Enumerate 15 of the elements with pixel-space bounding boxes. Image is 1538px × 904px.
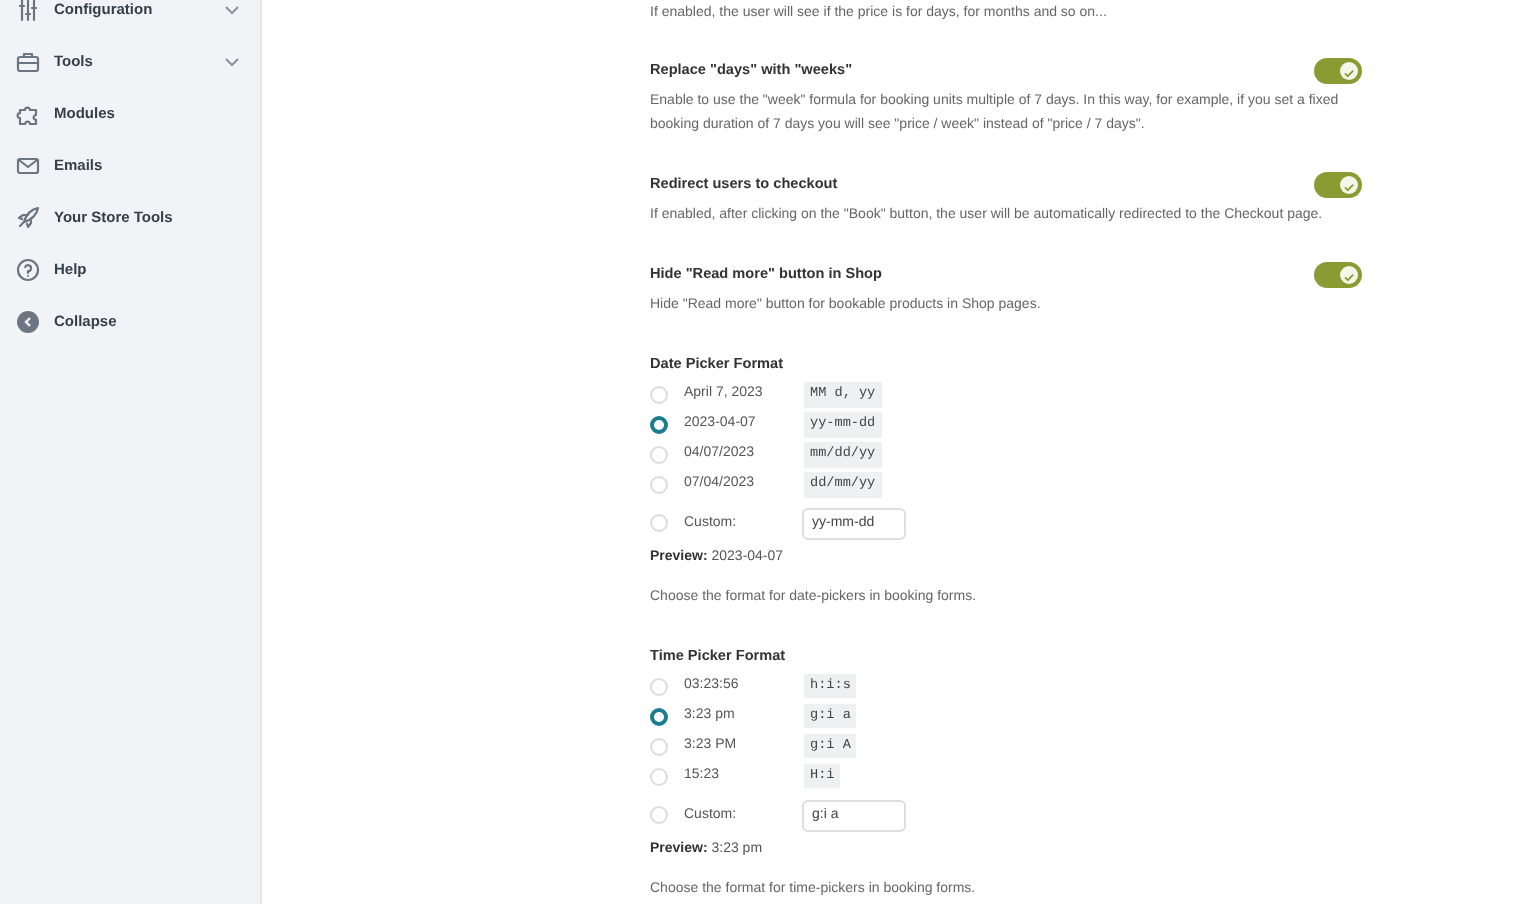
radio-button[interactable]: [650, 707, 668, 726]
toggle-switch[interactable]: [1314, 172, 1362, 198]
sliders-icon: [16, 0, 40, 22]
check-icon: [1340, 64, 1358, 83]
toolbox-icon: [16, 50, 40, 74]
puzzle-icon: [16, 102, 40, 126]
check-icon: [1340, 178, 1358, 197]
check-icon: [1340, 268, 1358, 287]
help-icon: [16, 258, 40, 282]
rocket-icon: [16, 206, 40, 230]
envelope-icon: [16, 154, 40, 178]
toggle-switch[interactable]: [1314, 58, 1362, 84]
radio-button[interactable]: [650, 415, 668, 434]
collapse-icon: [16, 310, 40, 334]
toggle-switch[interactable]: [1314, 262, 1362, 288]
